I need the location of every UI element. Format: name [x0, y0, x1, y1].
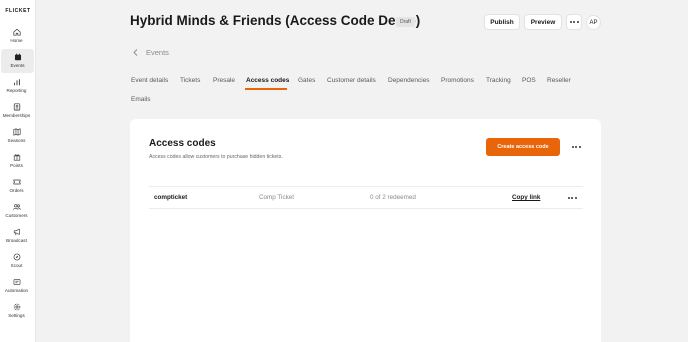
redeemed-count: 0 of 2 redeemed — [370, 194, 416, 201]
tab-presale[interactable]: Presale — [213, 77, 235, 84]
card-more-button[interactable] — [570, 142, 582, 152]
more-dot — [578, 146, 581, 148]
megaphone-icon — [13, 228, 20, 236]
sidebar-item-label: Reporting — [6, 87, 27, 93]
tab-promotions[interactable]: Promotions — [441, 77, 474, 84]
users-icon — [12, 204, 21, 210]
sidebar-item-customers[interactable]: Customers — [0, 199, 33, 223]
sidebar-item-automation[interactable]: Automation — [0, 274, 33, 298]
tab-reseller[interactable]: Reseller — [547, 77, 571, 84]
compass-icon — [13, 253, 20, 261]
row-more-button[interactable] — [567, 194, 577, 202]
more-dot — [567, 197, 570, 199]
page-title: Hybrid Minds & Friends (Access Code Demo… — [130, 13, 421, 28]
sidebar-item-label: Memberships — [2, 112, 31, 118]
status-badge: Draft — [396, 17, 415, 27]
breadcrumb-label: Events — [146, 48, 169, 57]
more-dot — [574, 197, 577, 199]
sidebar-item-label: Home — [10, 37, 23, 43]
sidebar-item-points[interactable]: Points — [0, 149, 33, 173]
tab-tracking[interactable]: Tracking — [486, 77, 511, 84]
app-logo: FLICKET — [5, 8, 31, 14]
sidebar-item-memberships[interactable]: Memberships — [0, 99, 33, 123]
tab-tickets[interactable]: Tickets — [180, 77, 200, 84]
sidebar-item-events[interactable]: Events — [1, 49, 34, 73]
more-dot — [569, 21, 572, 23]
copy-link-button[interactable]: Copy link — [512, 194, 540, 201]
more-dot — [571, 146, 574, 148]
more-dot — [573, 21, 575, 23]
sidebar-item-label: Events — [10, 62, 25, 68]
preview-button[interactable]: Preview — [524, 14, 562, 30]
more-options-button[interactable] — [566, 14, 582, 30]
sidebar-item-label: Orders — [9, 187, 24, 193]
tab-access-codes[interactable]: Access codes — [246, 77, 289, 84]
sidebar-item-seasons[interactable]: Seasons — [0, 124, 33, 148]
home-icon — [12, 28, 21, 36]
ticket-icon — [12, 179, 21, 185]
sidebar-item-settings[interactable]: Settings — [0, 299, 33, 323]
active-tab-indicator — [245, 88, 287, 90]
publish-button[interactable]: Publish — [484, 14, 520, 30]
automation-icon — [13, 279, 20, 285]
breadcrumb[interactable]: Events — [133, 48, 169, 57]
access-code-name: compticket — [154, 194, 188, 201]
access-codes-card: Access codes Access codes allow customer… — [130, 119, 601, 342]
more-dot — [571, 197, 573, 199]
sidebar-item-scout[interactable]: Scout — [0, 249, 33, 273]
sidebar-item-label: Customers — [5, 212, 28, 218]
map-icon — [12, 128, 21, 136]
gear-icon — [13, 303, 20, 311]
more-dot — [576, 21, 579, 23]
bar-chart-icon — [13, 79, 20, 86]
calendar-icon — [14, 53, 21, 61]
ticket-type: Comp Ticket — [259, 194, 294, 201]
sidebar-item-label: Points — [10, 162, 23, 168]
tab-emails[interactable]: Emails — [131, 96, 151, 103]
sidebar: FLICKET Home Events Reporting Membership… — [0, 0, 36, 342]
id-card-icon — [13, 103, 20, 111]
tab-gates[interactable]: Gates — [298, 77, 315, 84]
chevron-left-icon — [133, 49, 138, 56]
create-access-code-button[interactable]: Create access code — [486, 138, 560, 156]
sidebar-item-label: Broadcast — [6, 237, 27, 243]
more-dot — [575, 146, 577, 148]
section-title: Access codes — [149, 138, 216, 149]
sidebar-item-home[interactable]: Home — [0, 24, 33, 48]
sidebar-item-label: Scout — [10, 262, 23, 268]
gift-icon — [13, 154, 20, 161]
tab-event-details[interactable]: Event details — [131, 77, 168, 84]
tab-pos[interactable]: POS — [522, 77, 536, 84]
sidebar-item-label: Settings — [8, 312, 25, 318]
sidebar-item-reporting[interactable]: Reporting — [0, 74, 33, 98]
section-subtitle: Access codes allow customers to purchase… — [149, 154, 283, 160]
table-row: compticket Comp Ticket 0 of 2 redeemed C… — [149, 186, 583, 209]
tab-dependencies[interactable]: Dependencies — [388, 77, 430, 84]
avatar[interactable]: AP — [586, 15, 601, 30]
sidebar-item-label: Automation — [4, 287, 29, 293]
sidebar-item-orders[interactable]: Orders — [0, 174, 33, 198]
tab-customer-details[interactable]: Customer details — [327, 77, 376, 84]
sidebar-item-label: Seasons — [7, 137, 26, 143]
sidebar-item-broadcast[interactable]: Broadcast — [0, 224, 33, 248]
